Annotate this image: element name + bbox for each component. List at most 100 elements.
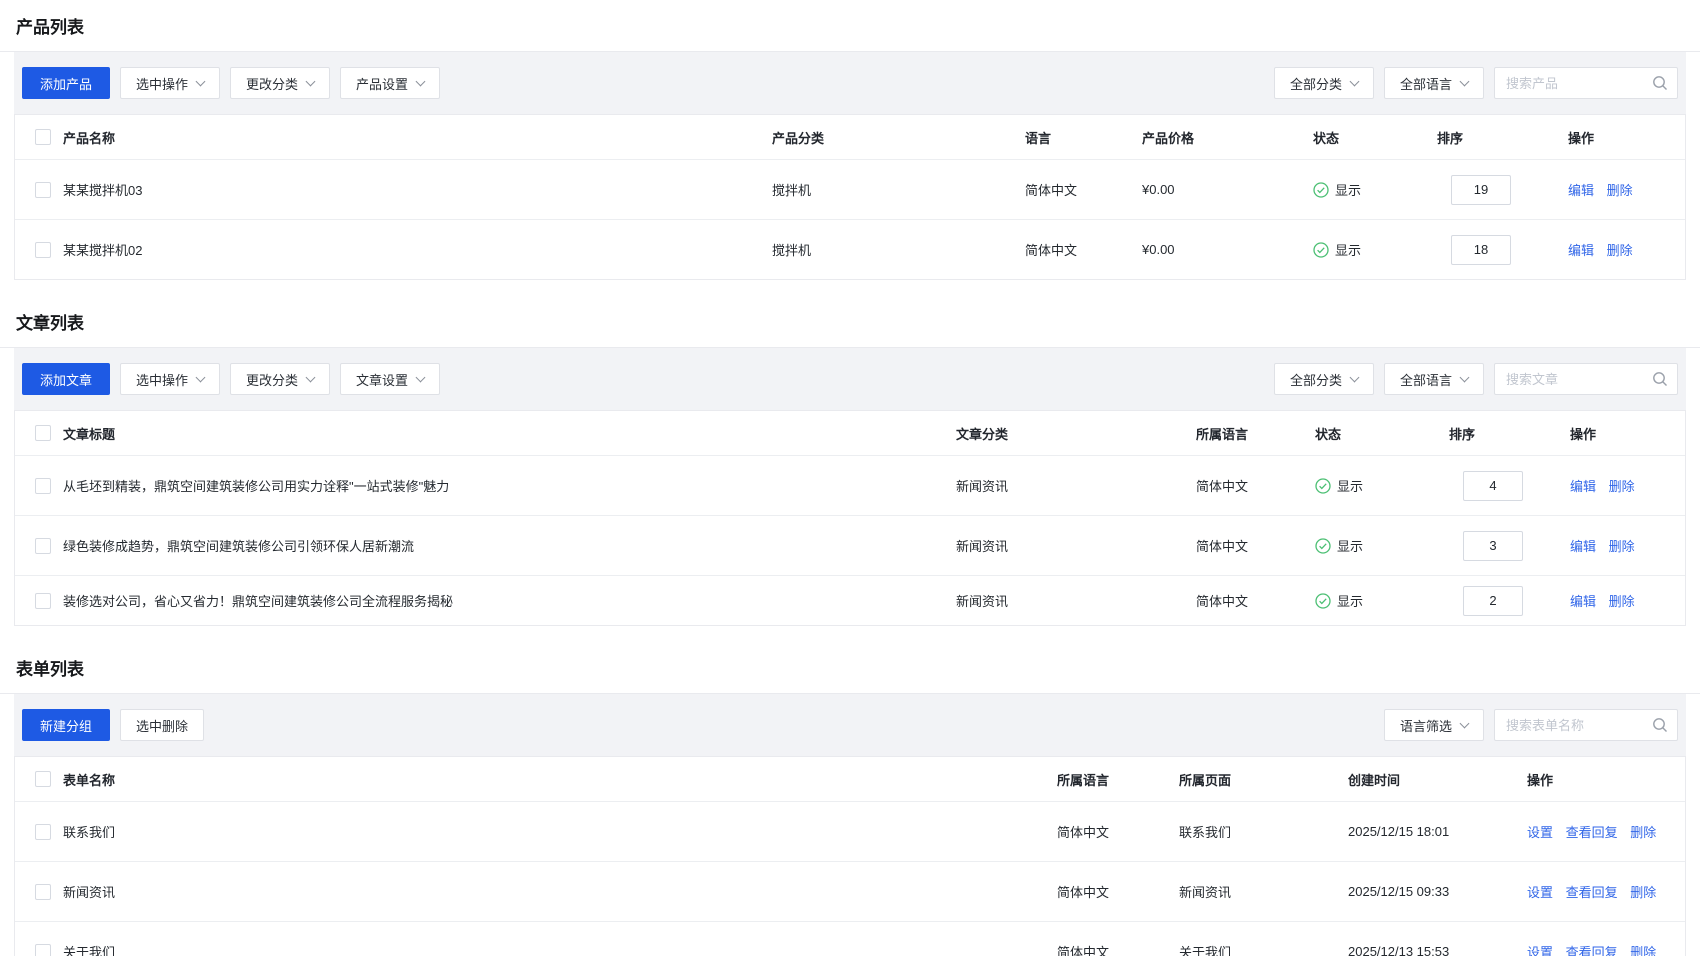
delete-link[interactable]: 删除 (1607, 243, 1633, 258)
sort-input[interactable] (1463, 471, 1523, 501)
select-all-checkbox[interactable] (35, 771, 51, 787)
search-icon[interactable] (1652, 75, 1668, 91)
status-text: 显示 (1337, 476, 1363, 495)
row-actions: 设置 查看回复 删除 (1527, 942, 1685, 956)
chevron-down-icon (306, 76, 316, 86)
language-filter-label: 语言筛选 (1400, 716, 1452, 735)
form-name: 关于我们 (63, 942, 1057, 956)
product-category: 搅拌机 (772, 240, 1025, 259)
column-header-page: 所属页面 (1179, 770, 1348, 789)
article-settings-dropdown[interactable]: 文章设置 (340, 363, 440, 395)
column-header-title: 文章标题 (63, 424, 956, 443)
settings-link[interactable]: 设置 (1527, 945, 1553, 956)
delete-link[interactable]: 删除 (1609, 594, 1635, 609)
row-actions: 编辑 删除 (1570, 536, 1685, 555)
delete-link[interactable]: 删除 (1630, 945, 1656, 956)
row-actions: 设置 查看回复 删除 (1527, 822, 1685, 841)
row-checkbox[interactable] (35, 182, 51, 198)
product-search-box (1494, 67, 1678, 99)
delete-link[interactable]: 删除 (1609, 479, 1635, 494)
product-category: 搅拌机 (772, 180, 1025, 199)
add-article-button[interactable]: 添加文章 (22, 363, 110, 395)
select-all-checkbox[interactable] (35, 425, 51, 441)
row-checkbox[interactable] (35, 884, 51, 900)
edit-link[interactable]: 编辑 (1568, 243, 1594, 258)
edit-link[interactable]: 编辑 (1570, 479, 1596, 494)
form-search-input[interactable] (1506, 718, 1646, 733)
add-product-button[interactable]: 添加产品 (22, 67, 110, 99)
view-replies-link[interactable]: 查看回复 (1566, 885, 1618, 900)
form-created: 2025/12/15 09:33 (1348, 884, 1527, 899)
language-filter-dropdown[interactable]: 全部语言 (1384, 67, 1484, 99)
chevron-down-icon (1460, 718, 1470, 728)
product-settings-dropdown[interactable]: 产品设置 (340, 67, 440, 99)
table-row: 联系我们 简体中文 联系我们 2025/12/15 18:01 设置 查看回复 … (15, 801, 1685, 861)
product-language: 简体中文 (1025, 180, 1142, 199)
settings-link[interactable]: 设置 (1527, 825, 1553, 840)
category-filter-dropdown[interactable]: 全部分类 (1274, 363, 1374, 395)
row-checkbox[interactable] (35, 944, 51, 956)
search-icon[interactable] (1652, 371, 1668, 387)
selected-operations-dropdown[interactable]: 选中操作 (120, 363, 220, 395)
forms-table: 表单名称 所属语言 所属页面 创建时间 操作 联系我们 简体中文 联系我们 20… (14, 756, 1686, 956)
view-replies-link[interactable]: 查看回复 (1566, 825, 1618, 840)
column-header-sort: 排序 (1437, 128, 1568, 147)
search-icon[interactable] (1652, 717, 1668, 733)
new-group-button[interactable]: 新建分组 (22, 709, 110, 741)
row-checkbox[interactable] (35, 478, 51, 494)
column-header-status: 状态 (1313, 128, 1437, 147)
column-header-language: 所属语言 (1057, 770, 1179, 789)
change-category-dropdown[interactable]: 更改分类 (230, 363, 330, 395)
form-language: 简体中文 (1057, 882, 1179, 901)
settings-link[interactable]: 设置 (1527, 885, 1553, 900)
language-filter-dropdown[interactable]: 全部语言 (1384, 363, 1484, 395)
edit-link[interactable]: 编辑 (1568, 183, 1594, 198)
form-page: 联系我们 (1179, 822, 1348, 841)
sort-input[interactable] (1451, 175, 1511, 205)
column-header-category: 文章分类 (956, 424, 1196, 443)
status-text: 显示 (1337, 536, 1363, 555)
form-page: 新闻资讯 (1179, 882, 1348, 901)
language-filter-dropdown[interactable]: 语言筛选 (1384, 709, 1484, 741)
chevron-down-icon (1460, 372, 1470, 382)
sort-input[interactable] (1463, 531, 1523, 561)
change-category-dropdown[interactable]: 更改分类 (230, 67, 330, 99)
selected-operations-dropdown[interactable]: 选中操作 (120, 67, 220, 99)
column-header-actions: 操作 (1527, 770, 1685, 789)
chevron-down-icon (1460, 76, 1470, 86)
delete-link[interactable]: 删除 (1630, 885, 1656, 900)
sort-input[interactable] (1451, 235, 1511, 265)
row-checkbox[interactable] (35, 593, 51, 609)
sort-input[interactable] (1463, 586, 1523, 616)
row-checkbox[interactable] (35, 824, 51, 840)
select-all-checkbox[interactable] (35, 129, 51, 145)
delete-link[interactable]: 删除 (1607, 183, 1633, 198)
status-check-icon (1315, 478, 1331, 494)
row-checkbox[interactable] (35, 242, 51, 258)
article-title: 绿色装修成趋势，鼎筑空间建筑装修公司引领环保人居新潮流 (63, 536, 956, 555)
articles-section: 文章列表 添加文章 选中操作 更改分类 文章设置 全部分类 全部语言 (0, 296, 1700, 626)
article-title: 装修选对公司，省心又省力！鼎筑空间建筑装修公司全流程服务揭秘 (63, 591, 956, 610)
category-filter-dropdown[interactable]: 全部分类 (1274, 67, 1374, 99)
articles-toolbar: 添加文章 选中操作 更改分类 文章设置 全部分类 全部语言 (14, 348, 1686, 410)
form-created: 2025/12/13 15:53 (1348, 944, 1527, 956)
column-header-category: 产品分类 (772, 128, 1025, 147)
delete-link[interactable]: 删除 (1630, 825, 1656, 840)
product-settings-label: 产品设置 (356, 74, 408, 93)
table-row: 某某搅拌机02 搅拌机 简体中文 ¥0.00 显示 编辑 删除 (15, 219, 1685, 279)
view-replies-link[interactable]: 查看回复 (1566, 945, 1618, 956)
row-actions: 编辑 删除 (1568, 180, 1685, 199)
products-toolbar: 添加产品 选中操作 更改分类 产品设置 全部分类 全部语言 (14, 52, 1686, 114)
row-checkbox[interactable] (35, 538, 51, 554)
chevron-down-icon (196, 372, 206, 382)
edit-link[interactable]: 编辑 (1570, 594, 1596, 609)
product-search-input[interactable] (1506, 76, 1646, 91)
column-header-actions: 操作 (1570, 424, 1685, 443)
forms-toolbar: 新建分组 选中删除 语言筛选 (14, 694, 1686, 756)
delete-selected-button[interactable]: 选中删除 (120, 709, 204, 741)
row-actions: 编辑 删除 (1570, 476, 1685, 495)
delete-link[interactable]: 删除 (1609, 539, 1635, 554)
row-actions: 编辑 删除 (1570, 591, 1685, 610)
edit-link[interactable]: 编辑 (1570, 539, 1596, 554)
article-search-input[interactable] (1506, 372, 1646, 387)
